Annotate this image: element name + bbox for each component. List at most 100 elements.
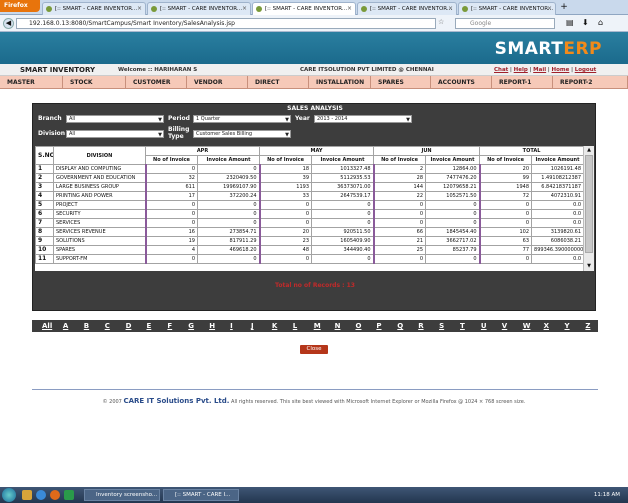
invoice-count-cell: 2 [372, 164, 427, 174]
browser-tab[interactable]: [:: SMART - CARE INVENTOR... × [42, 2, 146, 15]
chat-link[interactable]: Chat [494, 67, 508, 73]
sno-cell: 10 [35, 245, 54, 255]
alpha-filter-link[interactable]: P [376, 320, 381, 332]
alpha-filter-link[interactable]: All [42, 320, 52, 332]
alpha-filter-link[interactable]: K [272, 320, 277, 332]
period-select[interactable]: 1 Quarter ▼ [193, 115, 291, 123]
chevron-down-icon: ▼ [285, 117, 289, 123]
menu-customer[interactable]: CUSTOMER [126, 76, 187, 89]
branch-select[interactable]: All ▼ [66, 115, 164, 123]
media-icon[interactable] [64, 490, 74, 500]
browser-tab[interactable]: [:: SMART - CARE INVENTOR... × [458, 2, 556, 15]
alpha-filter-link[interactable]: R [418, 320, 423, 332]
alpha-filter-link[interactable]: X [544, 320, 549, 332]
invoice-count-cell: 48 [258, 245, 313, 255]
menu-master[interactable]: MASTER [0, 76, 63, 89]
alpha-filter-link[interactable]: I [230, 320, 233, 332]
help-link[interactable]: Help [514, 67, 528, 73]
chevron-down-icon: ▼ [158, 117, 162, 123]
year-select[interactable]: 2013 - 2014 ▼ [314, 115, 412, 123]
invoice-amount-cell: 1026191.48 [531, 164, 583, 174]
alpha-filter-link[interactable]: S [439, 320, 444, 332]
alpha-filter-link[interactable]: B [84, 320, 89, 332]
browser-tab[interactable]: [:: SMART - CARE INVENTOR... × [357, 2, 457, 15]
alpha-filter-link[interactable]: Q [397, 320, 403, 332]
menu-accounts[interactable]: ACCOUNTS [431, 76, 492, 89]
alpha-filter-link[interactable]: N [335, 320, 341, 332]
browser-tab-active[interactable]: [:: SMART - CARE INVENTOR... × [252, 2, 356, 15]
taskbar-button[interactable]: Inventory screensho... [84, 489, 160, 501]
billing-label-line2: Type [168, 133, 184, 140]
close-tab-icon[interactable]: × [137, 3, 142, 15]
close-tab-icon[interactable]: × [347, 3, 352, 15]
favicon-icon [151, 6, 157, 12]
explorer-icon[interactable] [22, 490, 32, 500]
alpha-filter-link[interactable]: D [126, 320, 132, 332]
favicon-icon [46, 6, 52, 12]
division-header: DIVISION [53, 146, 146, 165]
alpha-filter-link[interactable]: W [523, 320, 531, 332]
address-bar[interactable]: 192.168.0.13:8080/SmartCampus/Smart Inve… [16, 18, 436, 29]
logout-link[interactable]: Logout [575, 67, 597, 73]
home-icon[interactable]: ⌂ [598, 18, 608, 29]
alpha-filter-link[interactable]: H [209, 320, 215, 332]
invoice-count-cell: 0 [478, 218, 533, 228]
scroll-down-icon[interactable]: ▼ [585, 263, 593, 270]
close-button[interactable]: Close [300, 345, 328, 354]
home-link[interactable]: Home [552, 67, 570, 73]
menu-installation[interactable]: INSTALLATION [309, 76, 371, 89]
scroll-thumb[interactable] [585, 155, 593, 253]
close-tab-icon[interactable]: × [448, 3, 453, 15]
billing-label-line1: Billing [168, 126, 190, 133]
alpha-filter-link[interactable]: G [188, 320, 194, 332]
alpha-filter-link[interactable]: Y [565, 320, 570, 332]
bookmarks-icon[interactable]: ▤ [566, 18, 576, 29]
alpha-filter-link[interactable]: Z [585, 320, 590, 332]
bookmark-star-icon[interactable]: ☆ [438, 18, 452, 29]
menu-spares[interactable]: SPARES [371, 76, 431, 89]
new-tab-button[interactable]: + [558, 2, 570, 14]
firefox-menu-button[interactable]: Firefox [0, 0, 40, 12]
menu-stock[interactable]: STOCK [63, 76, 126, 89]
alpha-filter-link[interactable]: L [293, 320, 297, 332]
menu-report-2[interactable]: REPORT-2 [553, 76, 628, 89]
taskbar-button[interactable]: [:: SMART - CARE I... [163, 489, 239, 501]
division-cell: PROJECT [53, 200, 146, 210]
alpha-filter-link[interactable]: E [147, 320, 152, 332]
mail-link[interactable]: Mail [533, 67, 546, 73]
alpha-filter-link[interactable]: T [460, 320, 465, 332]
sno-cell: 4 [35, 191, 54, 201]
alpha-filter-link[interactable]: F [167, 320, 172, 332]
alpha-filter-link[interactable]: M [314, 320, 321, 332]
browser-tab[interactable]: [:: SMART - CARE INVENTOR... × [147, 2, 251, 15]
menu-direct[interactable]: DIRECT [248, 76, 309, 89]
download-icon[interactable]: ⬇ [582, 18, 592, 29]
invoice-count-cell: 19 [144, 236, 198, 246]
scroll-up-icon[interactable]: ▲ [585, 147, 593, 154]
invoice-count-cell: 4 [144, 245, 198, 255]
menu-report-1[interactable]: REPORT-1 [492, 76, 553, 89]
search-input[interactable]: Google [455, 18, 555, 29]
alpha-filter-link[interactable]: O [356, 320, 362, 332]
division-select[interactable]: All ▼ [66, 130, 164, 138]
invoice-amount-cell: 0 [311, 200, 375, 210]
menu-vendor[interactable]: VENDOR [187, 76, 248, 89]
invoice-amount-cell: 0.0 [531, 209, 583, 219]
billing-type-select[interactable]: Customer Sales Billing ▼ [193, 130, 291, 138]
table-scrollbar[interactable]: ▲ ▼ [583, 146, 594, 271]
alpha-filter-link[interactable]: V [502, 320, 507, 332]
invoice-amount-cell: 19969107.90 [196, 182, 261, 192]
invoice-count-cell: 0 [144, 209, 198, 219]
alpha-filter-link[interactable]: A [63, 320, 68, 332]
close-tab-icon[interactable]: × [242, 3, 247, 15]
back-icon[interactable]: ◀ [3, 18, 14, 29]
close-tab-icon[interactable]: × [547, 3, 552, 15]
start-button[interactable] [2, 488, 16, 502]
invoice-amount-cell: 2320409.50 [196, 173, 261, 183]
ie-icon[interactable] [36, 490, 46, 500]
alpha-filter-link[interactable]: U [481, 320, 487, 332]
alpha-filter-link[interactable]: C [105, 320, 110, 332]
division-cell: GOVERNMENT AND EDUCATION [53, 173, 146, 183]
firefox-icon[interactable] [50, 490, 60, 500]
alpha-filter-link[interactable]: J [251, 320, 254, 332]
